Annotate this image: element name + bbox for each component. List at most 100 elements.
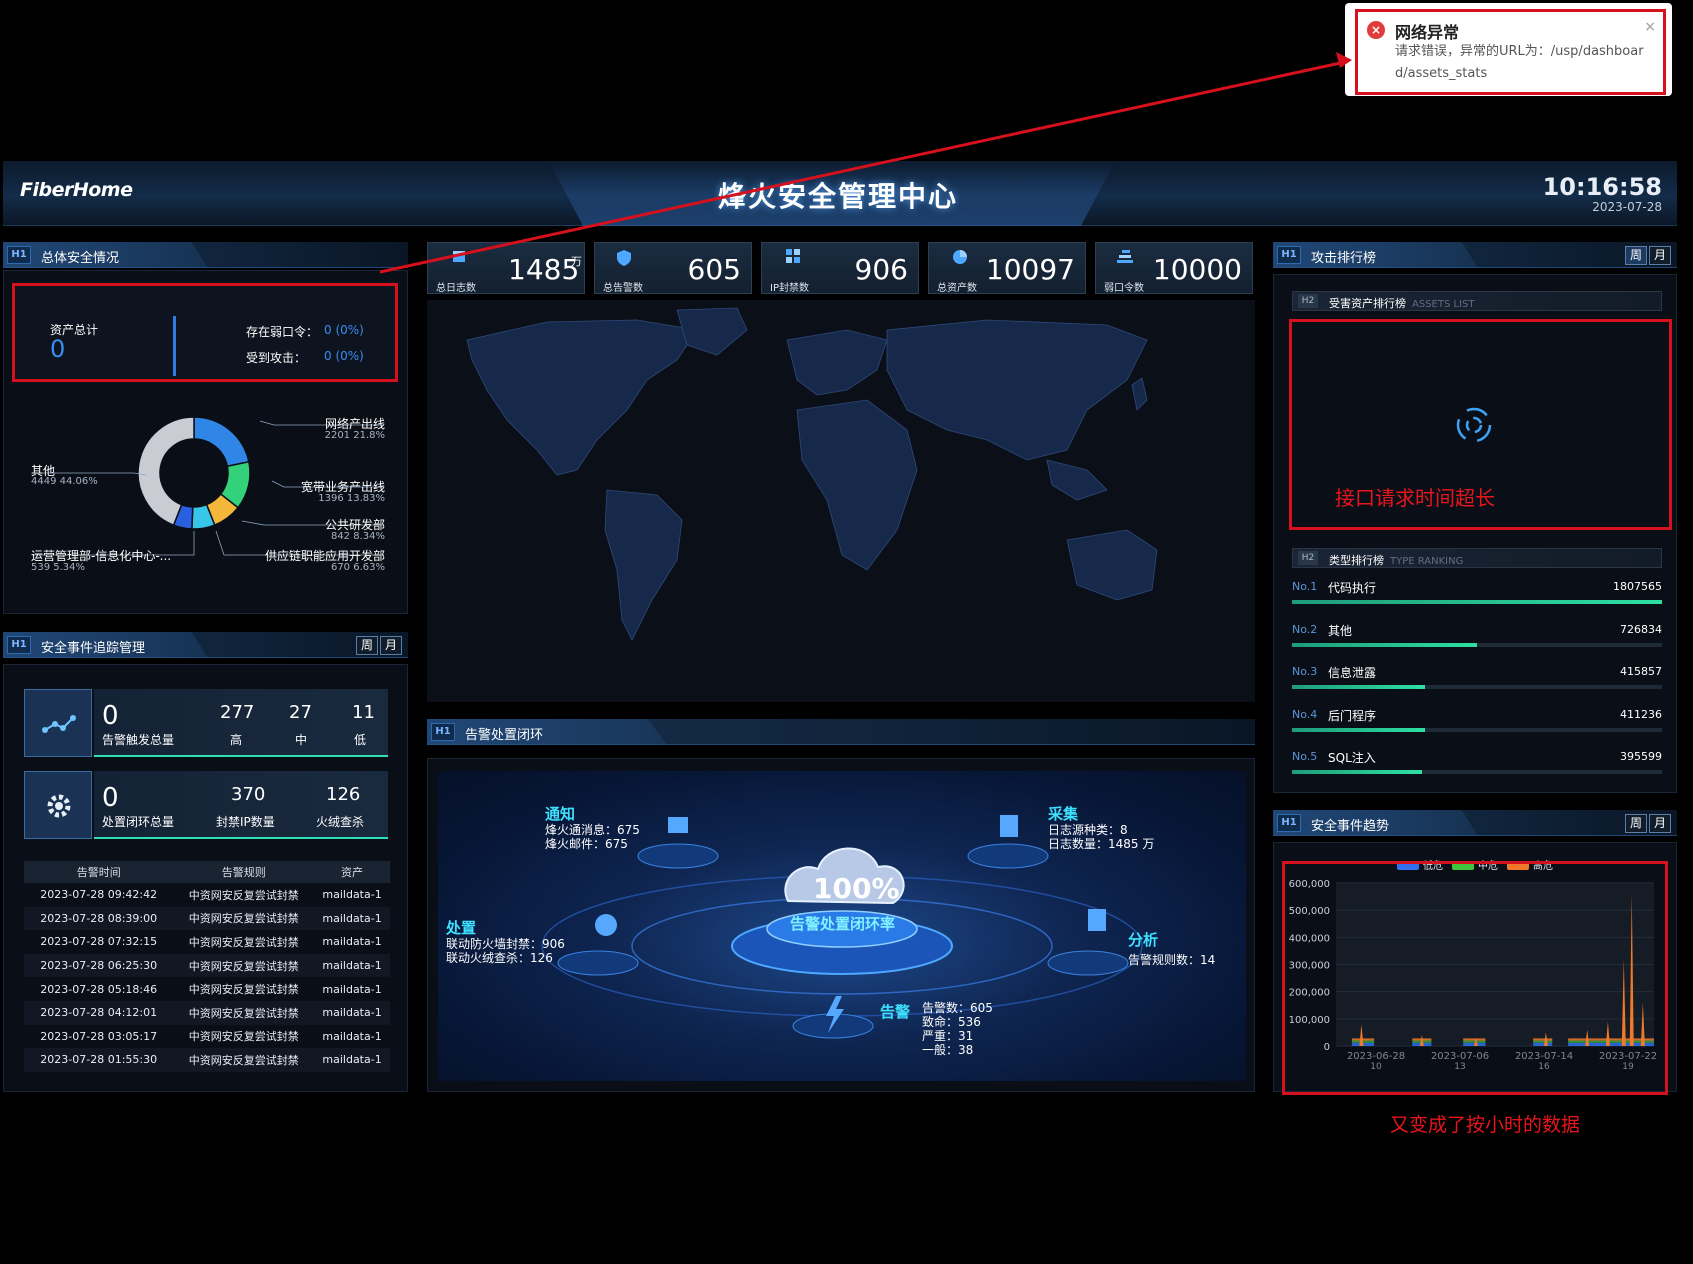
type-ranking-bar: H2 类型排行榜 TYPE RANKING <box>1292 548 1662 568</box>
date: 2023-07-28 <box>1592 200 1662 214</box>
rank-value: 1807565 <box>1613 580 1662 593</box>
file-icon <box>1000 815 1018 837</box>
high-value: 277 <box>220 702 255 723</box>
stat-card-weakpw: 10000 弱口令数 <box>1095 242 1253 294</box>
fire-value: 126 <box>326 784 361 805</box>
gear-icon-box <box>24 771 92 839</box>
donut-slice[interactable] <box>193 416 250 468</box>
tab-month[interactable]: 月 <box>1649 246 1671 265</box>
stat-value-alarms: 605 <box>687 253 741 286</box>
greenland <box>676 307 748 356</box>
page-title: 烽火安全管理中心 <box>718 180 959 213</box>
panel-title: 攻击排行榜 <box>1311 251 1377 266</box>
grid-icon <box>786 249 800 263</box>
col-time: 告警时间 <box>24 861 174 883</box>
donut-value-2: 1396 13.83% <box>318 493 385 504</box>
rank-fill <box>1292 770 1422 774</box>
stat-label-logs: 总日志数 <box>436 283 476 294</box>
table-row[interactable]: 2023-07-28 09:42:42 中资网安反复尝试封禁 maildata-1 <box>24 883 390 907</box>
clipboard-icon <box>1088 909 1106 931</box>
alarm-l2: 致命：536 <box>922 1015 981 1029</box>
panel-tag: H1 <box>431 723 455 741</box>
fire-label: 火绒查杀 <box>316 815 365 829</box>
rank-name: 代码执行 <box>1328 581 1377 595</box>
tab-week[interactable]: 周 <box>1625 246 1647 265</box>
rank-no: No.3 <box>1292 665 1318 678</box>
rank-value: 395599 <box>1620 750 1662 763</box>
stat-card-logs: 1485 万 总日志数 <box>427 242 585 294</box>
panel-tag: H1 <box>7 246 31 264</box>
stat-card-alarms: 605 总告警数 <box>594 242 752 294</box>
panel-title: 安全事件追踪管理 <box>41 641 146 656</box>
closed-label: 处置闭环总量 <box>102 815 175 829</box>
stat-value-logs: 1485 <box>508 253 580 286</box>
japan <box>1131 377 1148 411</box>
panel-bar-events: H1 安全事件追踪管理 周 月 <box>3 632 408 658</box>
stat-card-assets: 10097 总资产数 <box>928 242 1086 294</box>
low-label: 低 <box>354 733 367 747</box>
donut-value-6: 4449 44.06% <box>31 476 98 487</box>
panel-title: 总体安全情况 <box>41 251 120 266</box>
tab-week[interactable]: 周 <box>356 636 378 655</box>
tab-month[interactable]: 月 <box>1649 814 1671 833</box>
tab-week[interactable]: 周 <box>1625 814 1647 833</box>
table-row[interactable]: 2023-07-28 05:18:46 中资网安反复尝试封禁 maildata-1 <box>24 977 390 1001</box>
notify-l1: 烽火通消息：675 <box>545 823 640 837</box>
ranking-row[interactable]: No.3 信息泄露 415857 <box>1292 665 1662 705</box>
panel-bar-loop: H1 告警处置闭环 <box>427 719 1255 745</box>
southeast-asia <box>1046 459 1108 501</box>
ranking-row[interactable]: No.4 后门程序 411236 <box>1292 708 1662 748</box>
alarm-l4: 一般：38 <box>922 1043 974 1057</box>
rank-name: 信息泄露 <box>1328 666 1377 680</box>
gear-icon <box>47 794 71 818</box>
rank-fill <box>1292 727 1425 732</box>
bars-icon <box>1117 250 1133 263</box>
donut-value-3: 842 8.34% <box>330 531 385 542</box>
donut-value-1: 2201 21.8% <box>324 430 385 441</box>
panel-title: 安全事件趋势 <box>1311 819 1390 834</box>
stat-value-ipban: 906 <box>854 253 908 286</box>
handle-l1: 联动防火墙封禁：906 <box>446 937 565 951</box>
table-row[interactable]: 2023-07-28 01:55:30 中资网安反复尝试封禁 maildata-1 <box>24 1048 390 1072</box>
type-title: 类型排行榜 <box>1329 554 1384 567</box>
ranking-row[interactable]: No.5 SQL注入 395599 <box>1292 750 1662 790</box>
table-row[interactable]: 2023-07-28 04:12:01 中资网安反复尝试封禁 maildata-1 <box>24 1000 390 1025</box>
trend-icon <box>42 715 76 733</box>
alarm-head: 告警 <box>880 1003 911 1021</box>
mid-label: 中 <box>295 733 308 747</box>
europe <box>786 329 888 396</box>
panel-events: 0 告警触发总量 277 高 27 中 11 低 0 处置闭环总量 370 封禁… <box>3 664 408 1092</box>
col-rule: 告警规则 <box>173 861 315 883</box>
tab-month[interactable]: 月 <box>380 636 402 655</box>
notify-l2: 烽火邮件：675 <box>545 837 628 851</box>
alarm-table: 告警时间 告警规则 资产 2023-07-28 09:42:42 中资网安反复尝试… <box>24 861 390 1072</box>
rank-value: 726834 <box>1620 622 1662 636</box>
table-row[interactable]: 2023-07-28 07:32:15 中资网安反复尝试封禁 maildata-1 <box>24 930 390 954</box>
notify-head: 通知 <box>545 805 576 823</box>
rank-name: SQL注入 <box>1328 751 1376 765</box>
stat-value-weakpw: 10000 <box>1152 253 1242 286</box>
world-map-svg <box>466 307 1158 641</box>
mid-value: 27 <box>289 702 312 723</box>
ranking-row[interactable]: No.2 其他 726834 <box>1292 623 1662 663</box>
world-map[interactable] <box>427 300 1255 702</box>
table-row[interactable]: 2023-07-28 06:25:30 中资网安反复尝试封禁 maildata-1 <box>24 953 390 978</box>
asia <box>886 319 1148 461</box>
stat-label-weakpw: 弱口令数 <box>1104 283 1144 294</box>
logo: FiberHome <box>20 179 133 201</box>
analyze-l1: 告警规则数：14 <box>1128 953 1216 967</box>
stat-unit-logs: 万 <box>571 255 582 268</box>
clock: 10:16:58 <box>1542 173 1662 201</box>
panel-tag: H1 <box>1277 814 1301 832</box>
rank-no: No.4 <box>1292 707 1318 721</box>
table-row[interactable]: 2023-07-28 03:05:17 中资网安反复尝试封禁 maildata-1 <box>24 1025 390 1049</box>
trend-icon-box <box>24 689 92 757</box>
loop-rate: 100% <box>813 872 900 905</box>
africa <box>796 399 918 571</box>
ranking-row[interactable]: No.1 代码执行 1807565 <box>1292 580 1662 620</box>
rank-name: 其他 <box>1328 623 1353 638</box>
table-row[interactable]: 2023-07-28 08:39:00 中资网安反复尝试封禁 maildata-1 <box>24 906 390 931</box>
alarm-l1: 告警数：605 <box>922 1001 993 1015</box>
panel-bar-overall: H1 总体安全情况 <box>3 242 408 268</box>
loop-visual: 100% 告警处置闭环率 通知 烽火通消息：675 烽火邮件：675 采集 日志… <box>438 771 1246 1081</box>
